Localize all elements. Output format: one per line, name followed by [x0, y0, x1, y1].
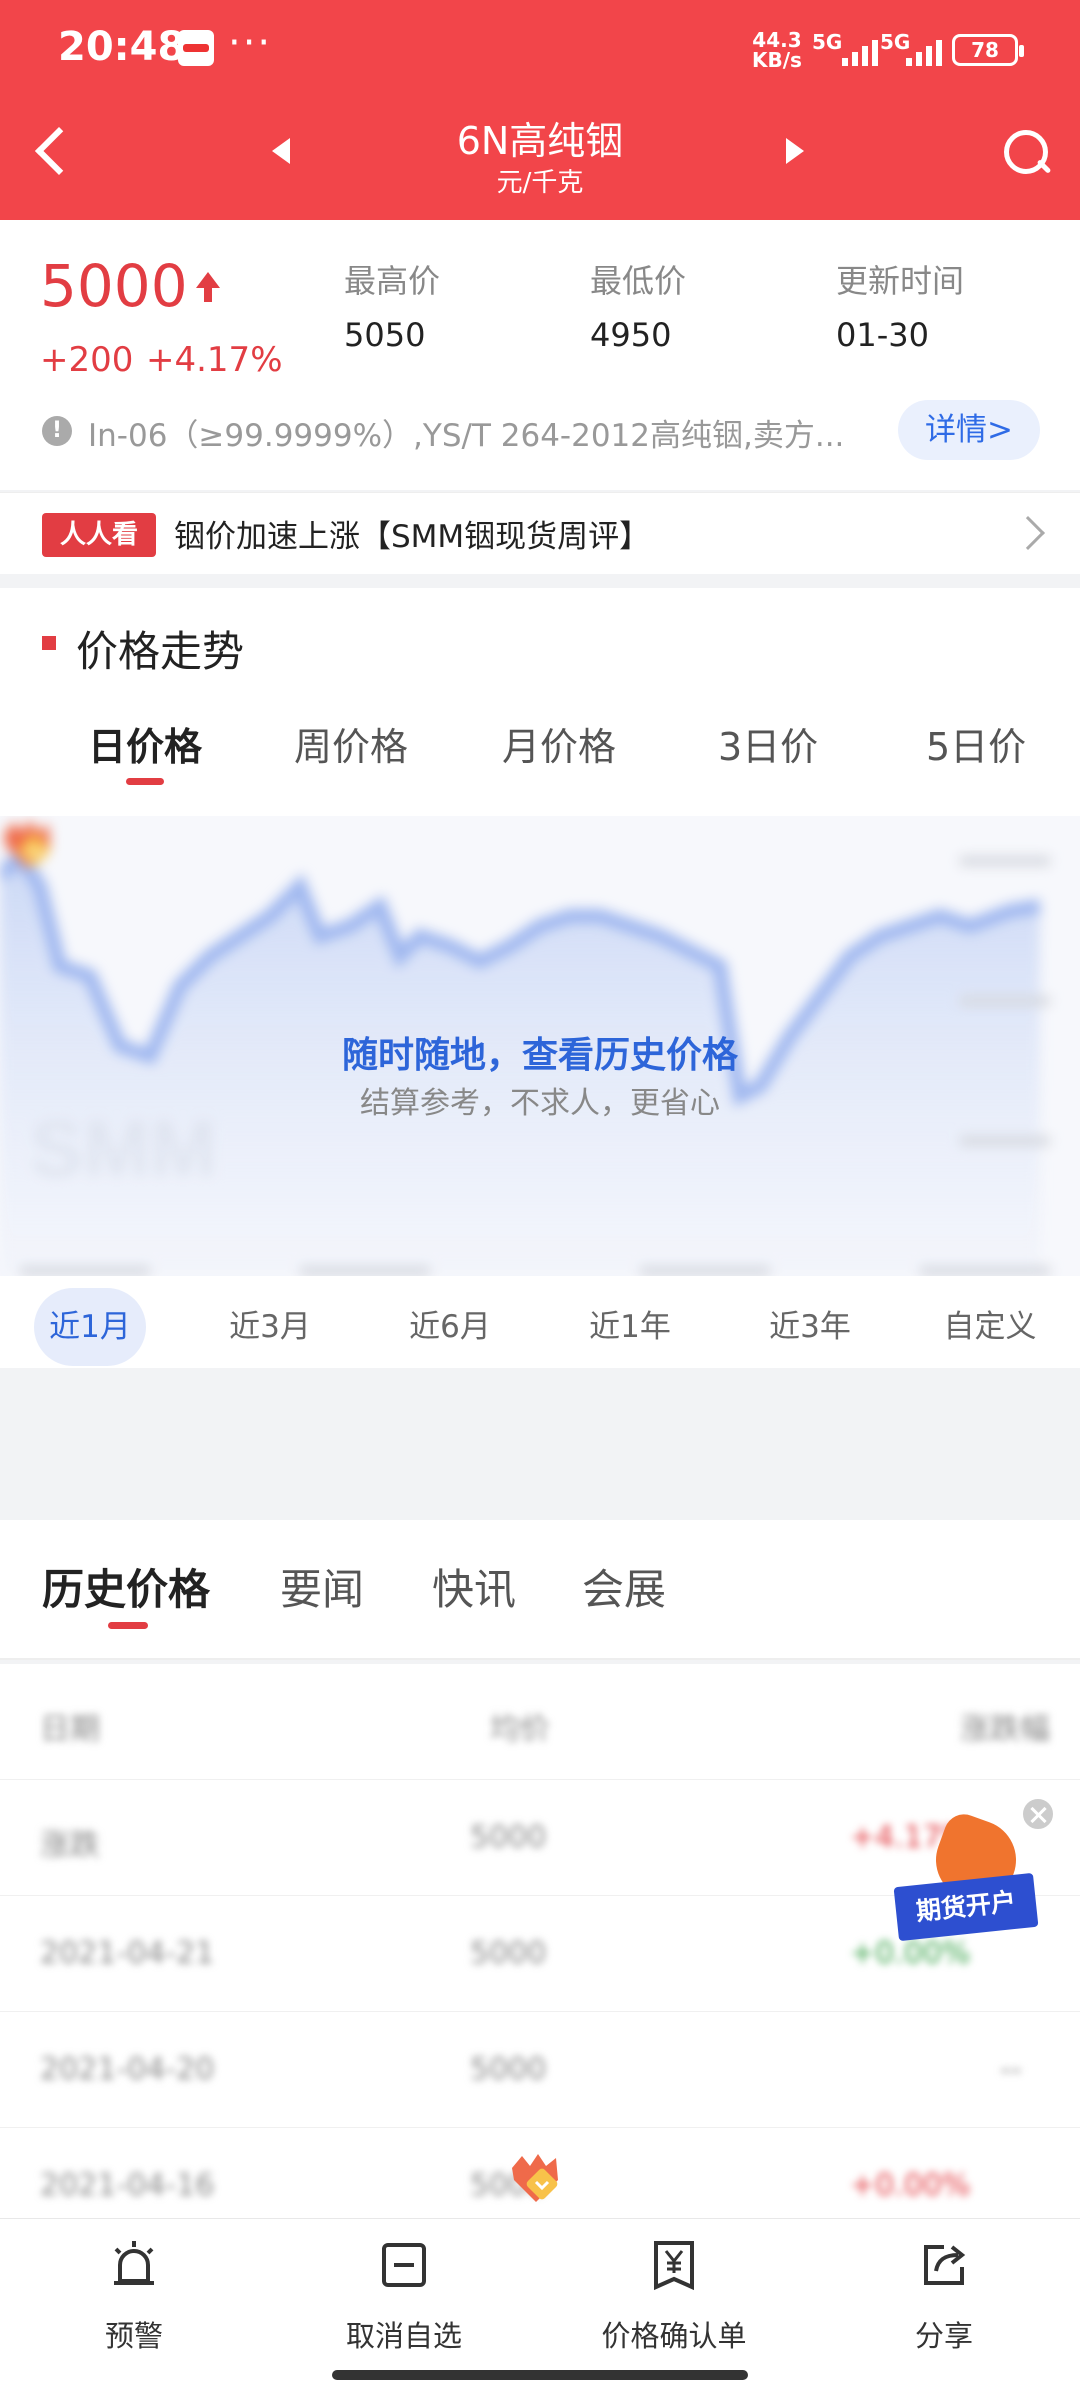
tab-history-price[interactable]: 历史价格 [42, 1556, 210, 1617]
ad-label: 期货开户 [893, 1872, 1039, 1942]
page-title: 6N高纯铟 [456, 119, 624, 163]
futures-account-ad[interactable]: 期货开户 [893, 1808, 1046, 1960]
tab-5day-price[interactable]: 5日价 [926, 716, 1026, 771]
active-tab-indicator [126, 778, 164, 785]
table-cell: 5000 [470, 2052, 547, 2087]
tab-monthly-price[interactable]: 月价格 [502, 716, 616, 771]
table-header-row: 日期 均价 涨跌幅 [0, 1664, 1080, 1780]
back-button[interactable] [24, 120, 84, 180]
table-cell: 2021-04-16 [40, 2168, 215, 2203]
share-icon [924, 2245, 966, 2285]
news-headline: 铟价加速上涨【SMM铟现货周评】 [174, 519, 651, 555]
next-product-button[interactable] [786, 138, 804, 164]
chevron-right-icon [1011, 516, 1045, 550]
up-arrow-icon [196, 272, 220, 306]
tab-daily-price[interactable]: 日价格 [88, 716, 202, 771]
table-cell: +0.00% [850, 2168, 971, 2203]
tab-news[interactable]: 要闻 [280, 1556, 364, 1617]
range-6-months[interactable]: 近6月 [394, 1288, 506, 1366]
section-title: 价格走势 [76, 627, 245, 676]
details-button[interactable]: 详情> [898, 400, 1040, 460]
news-banner[interactable]: 人人看 铟价加速上涨【SMM铟现货周评】 [0, 492, 1080, 574]
table-cell: 2021-04-20 [40, 2052, 215, 2087]
tab-3day-price[interactable]: 3日价 [718, 716, 818, 771]
update-time-label: 更新时间 [836, 262, 965, 300]
price-trend-section: 价格走势 日价格 周价格 月价格 3日价 5日价 SMM 随时随地，查看历史价格… [0, 588, 1080, 1368]
nav-bar: 6N高纯铟 元/千克 [0, 100, 1080, 220]
range-3-months[interactable]: 近3月 [214, 1288, 326, 1366]
unlock-history-title: 随时随地，查看历史价格 [341, 1035, 738, 1076]
price-confirmation-label: 价格确认单 [601, 2319, 747, 2353]
low-price-value: 4950 [590, 316, 672, 354]
low-price-label: 最低价 [590, 262, 687, 300]
high-price-value: 5050 [344, 316, 426, 354]
previous-product-button[interactable] [272, 138, 290, 164]
alert-label: 预警 [104, 2319, 163, 2353]
product-description: In-06（≥99.9999%）,YS/T 264-2012高纯铟,卖方... [88, 418, 845, 454]
tab-weekly-price[interactable]: 周价格 [294, 716, 408, 771]
smm-logo-icon [512, 2154, 558, 2202]
table-row: 2021-04-20 5000 -- [0, 2012, 1080, 2128]
table-cell: 5000 [470, 1820, 547, 1855]
search-button[interactable] [994, 122, 1054, 182]
price-change: +200 [40, 340, 134, 380]
table-cell: 日期 [40, 1712, 100, 1747]
current-price: 5000 [40, 252, 188, 320]
price-confirmation-button[interactable]: 价格确认单 [574, 2239, 774, 2355]
signal-bars-2-icon [906, 36, 942, 66]
smm-logo-icon [4, 820, 50, 868]
table-cell: -- [1000, 2052, 1022, 2087]
section-marker [42, 636, 56, 650]
range-custom[interactable]: 自定义 [934, 1288, 1046, 1366]
home-indicator[interactable] [332, 2370, 748, 2380]
app-notification-icon [178, 30, 214, 66]
active-tab-indicator [108, 1622, 148, 1629]
remove-favorite-button[interactable]: 取消自选 [304, 2239, 504, 2355]
price-summary: 5000 +200 +4.17% 最高价 5050 最低价 4950 更新时间 … [0, 220, 1080, 490]
status-time: 20:48 [58, 24, 186, 70]
top-header: 20:48 ··· 44.3 KB/s 5G 5G 78 6N高纯铟 元/千克 [0, 0, 1080, 220]
table-cell: 涨跌幅 [960, 1712, 1050, 1747]
remove-favorite-icon [382, 2243, 426, 2287]
status-bar: 20:48 ··· 44.3 KB/s 5G 5G 78 [0, 0, 1080, 100]
remove-favorite-label: 取消自选 [345, 2319, 462, 2353]
price-change-percent: +4.17% [146, 340, 283, 380]
share-label: 分享 [914, 2319, 973, 2353]
range-selector: 近1月 近3月 近6月 近1年 近3年 自定义 [0, 1288, 1080, 1368]
news-badge: 人人看 [42, 513, 156, 557]
info-icon: ! [42, 416, 72, 446]
battery-indicator: 78 [952, 34, 1024, 66]
network-speed-unit: KB/s [752, 48, 802, 72]
unlock-history-subtitle: 结算参考，不求人，更省心 [360, 1086, 720, 1121]
yuan-receipt-icon [654, 2241, 694, 2291]
range-1-year[interactable]: 近1年 [574, 1288, 686, 1366]
table-cell: 均价 [490, 1712, 550, 1747]
range-1-month[interactable]: 近1月 [34, 1288, 146, 1366]
tab-exhibitions[interactable]: 会展 [582, 1556, 666, 1617]
share-button[interactable]: 分享 [844, 2239, 1044, 2355]
content-tabs: 历史价格 要闻 快讯 会展 [0, 1520, 1080, 1660]
network-speed-value: 44.3 [752, 28, 802, 52]
alarm-icon [114, 2241, 154, 2285]
table-cell: 涨跌 [40, 1828, 100, 1863]
more-notifications-icon: ··· [228, 20, 273, 66]
table-cell: 5000 [470, 1936, 547, 1971]
signal-label-1: 5G [812, 30, 843, 54]
update-time-value: 01-30 [836, 316, 929, 354]
network-speed: 44.3 KB/s [752, 30, 802, 70]
range-3-years[interactable]: 近3年 [754, 1288, 866, 1366]
signal-bars-1-icon [842, 36, 878, 66]
tab-flash[interactable]: 快讯 [432, 1556, 516, 1617]
price-chart-locked[interactable]: SMM 随时随地，查看历史价格 结算参考，不求人，更省心 [0, 816, 1080, 1276]
alert-button[interactable]: 预警 [34, 2239, 234, 2355]
high-price-label: 最高价 [344, 262, 441, 300]
table-cell: 2021-04-21 [40, 1936, 215, 1971]
price-unit: 元/千克 [496, 168, 584, 198]
